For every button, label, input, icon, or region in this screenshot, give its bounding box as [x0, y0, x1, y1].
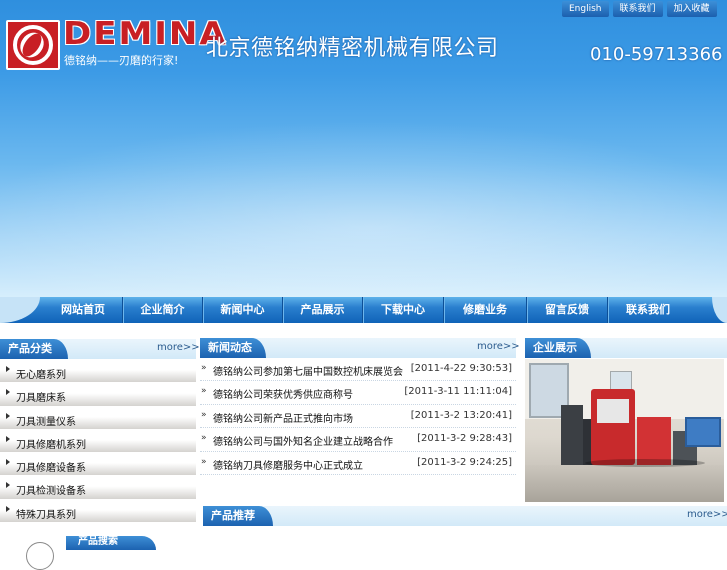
category-item[interactable]: 刀具磨床系 — [0, 383, 196, 407]
category-label: 刀具检测设备系 — [16, 486, 86, 498]
photo-machine-blue — [685, 417, 721, 447]
news-title[interactable]: 德铭纳公司与国外知名企业建立战略合作 — [213, 433, 393, 448]
arrow-right-icon — [6, 482, 10, 489]
company-name: 北京德铭纳精密机械有限公司 — [206, 36, 499, 61]
logo-icon[interactable] — [6, 20, 60, 70]
bullet-icon: » — [201, 456, 207, 467]
news-date: [2011-3-2 9:24:25] — [417, 456, 512, 468]
nav-item-feedback[interactable]: 留言反馈 — [527, 297, 608, 323]
news-date: [2011-3-2 9:28:43] — [417, 433, 512, 445]
arrow-right-icon — [6, 412, 10, 419]
photo-machine-panel — [597, 399, 629, 423]
category-label: 特殊刀具系列 — [16, 509, 76, 521]
nav-item-contact[interactable]: 联系我们 — [608, 297, 688, 323]
news-item[interactable]: » 德铭纳公司参加第七届中国数控机床展览会 [2011-4-22 9:30:53] — [200, 358, 516, 382]
contact-link[interactable]: 联系我们 — [612, 1, 663, 17]
news-item[interactable]: » 德铭纳公司荣获优秀供应商称号 [2011-3-11 11:11:04] — [200, 381, 516, 405]
bullet-icon: » — [201, 433, 207, 444]
news-title[interactable]: 德铭纳刀具修磨服务中心正式成立 — [213, 457, 363, 472]
photo-shadow — [585, 459, 705, 467]
news-title[interactable]: 德铭纳公司新产品正式推向市场 — [213, 410, 353, 425]
category-label: 刀具测量仪系 — [16, 416, 76, 428]
bullet-icon: » — [201, 363, 207, 373]
search-tab: 产品搜索 — [66, 536, 156, 550]
nav-item-downloads[interactable]: 下载中心 — [363, 297, 444, 323]
nav-item-service[interactable]: 修磨业务 — [444, 297, 527, 323]
bullet-icon: » — [201, 386, 207, 397]
category-label: 刀具修磨设备系 — [16, 463, 86, 475]
english-link[interactable]: English — [562, 1, 609, 17]
category-label: 无心磨系列 — [16, 370, 66, 381]
news-more-link[interactable]: more>> — [477, 341, 520, 352]
news-date: [2011-3-11 11:11:04] — [404, 386, 512, 398]
logo-text[interactable]: DEMINA — [63, 16, 228, 53]
nav-item-about[interactable]: 企业简介 — [123, 297, 203, 323]
photo-floor — [525, 465, 724, 502]
categories-header: 产品分类 more>> — [0, 339, 200, 359]
photo-machine — [561, 405, 583, 467]
showcase-tab: 企业展示 — [525, 338, 591, 358]
arrow-right-icon — [6, 435, 10, 442]
top-links: English 联系我们 加入收藏 — [562, 1, 717, 17]
recommend-more-link[interactable]: more>> — [687, 509, 727, 520]
recommend-header: 产品推荐 more>> — [203, 506, 727, 526]
circle-decoration-icon — [26, 542, 54, 570]
news-item[interactable]: » 德铭纳公司与国外知名企业建立战略合作 [2011-3-2 9:28:43] — [200, 428, 516, 452]
bookmark-link[interactable]: 加入收藏 — [666, 1, 717, 17]
category-item[interactable]: 刀具检测设备系 — [0, 476, 196, 500]
categories-more-link[interactable]: more>> — [157, 342, 200, 353]
bullet-icon: » — [201, 409, 207, 420]
news-item[interactable]: » 德铭纳刀具修磨服务中心正式成立 [2011-3-2 9:24:25] — [200, 452, 516, 475]
banner-haze — [0, 120, 727, 297]
header-banner: DEMINA 德铭纳——刃磨的行家! 北京德铭纳精密机械有限公司 010-597… — [0, 0, 727, 297]
arrow-right-icon — [6, 459, 10, 466]
showcase-header: 企业展示 — [525, 338, 727, 358]
category-item[interactable]: 无心磨系列 — [0, 360, 196, 384]
news-date: [2011-4-22 9:30:53] — [410, 363, 512, 374]
news-list: » 德铭纳公司参加第七届中国数控机床展览会 [2011-4-22 9:30:53] … — [200, 358, 516, 475]
category-item[interactable]: 刀具修磨设备系 — [0, 453, 196, 477]
logo-slogan: 德铭纳——刃磨的行家! — [64, 54, 179, 67]
news-title[interactable]: 德铭纳公司荣获优秀供应商称号 — [213, 386, 353, 401]
news-title[interactable]: 德铭纳公司参加第七届中国数控机床展览会 — [213, 363, 403, 378]
nav-item-products[interactable]: 产品展示 — [283, 297, 363, 323]
arrow-right-icon — [6, 505, 10, 512]
photo-window — [610, 371, 632, 391]
nav-item-news[interactable]: 新闻中心 — [203, 297, 283, 323]
news-tab: 新闻动态 — [200, 338, 266, 358]
showcase-photo[interactable] — [525, 359, 724, 502]
nav-item-home[interactable]: 网站首页 — [44, 297, 123, 323]
arrow-right-icon — [6, 366, 10, 372]
main-nav: 网站首页 企业简介 新闻中心 产品展示 下载中心 修磨业务 留言反馈 联系我们 — [0, 297, 727, 323]
arrow-right-icon — [6, 389, 10, 396]
category-item[interactable]: 刀具修磨机系列 — [0, 429, 196, 454]
news-date: [2011-3-2 13:20:41] — [410, 409, 512, 421]
categories-tab: 产品分类 — [0, 339, 68, 359]
recommend-tab: 产品推荐 — [203, 506, 273, 526]
news-item[interactable]: » 德铭纳公司新产品正式推向市场 [2011-3-2 13:20:41] — [200, 405, 516, 429]
category-label: 刀具磨床系 — [16, 393, 66, 405]
phone-number: 010-59713366 — [590, 44, 723, 65]
news-header: 新闻动态 more>> — [200, 338, 520, 358]
category-item[interactable]: 刀具测量仪系 — [0, 406, 196, 430]
category-list: 无心磨系列 刀具磨床系 刀具测量仪系 刀具修磨机系列 刀具修磨设备系 刀具检测设… — [0, 360, 196, 524]
category-label: 刀具修磨机系列 — [16, 439, 86, 451]
category-item[interactable]: 特殊刀具系列 — [0, 499, 196, 524]
